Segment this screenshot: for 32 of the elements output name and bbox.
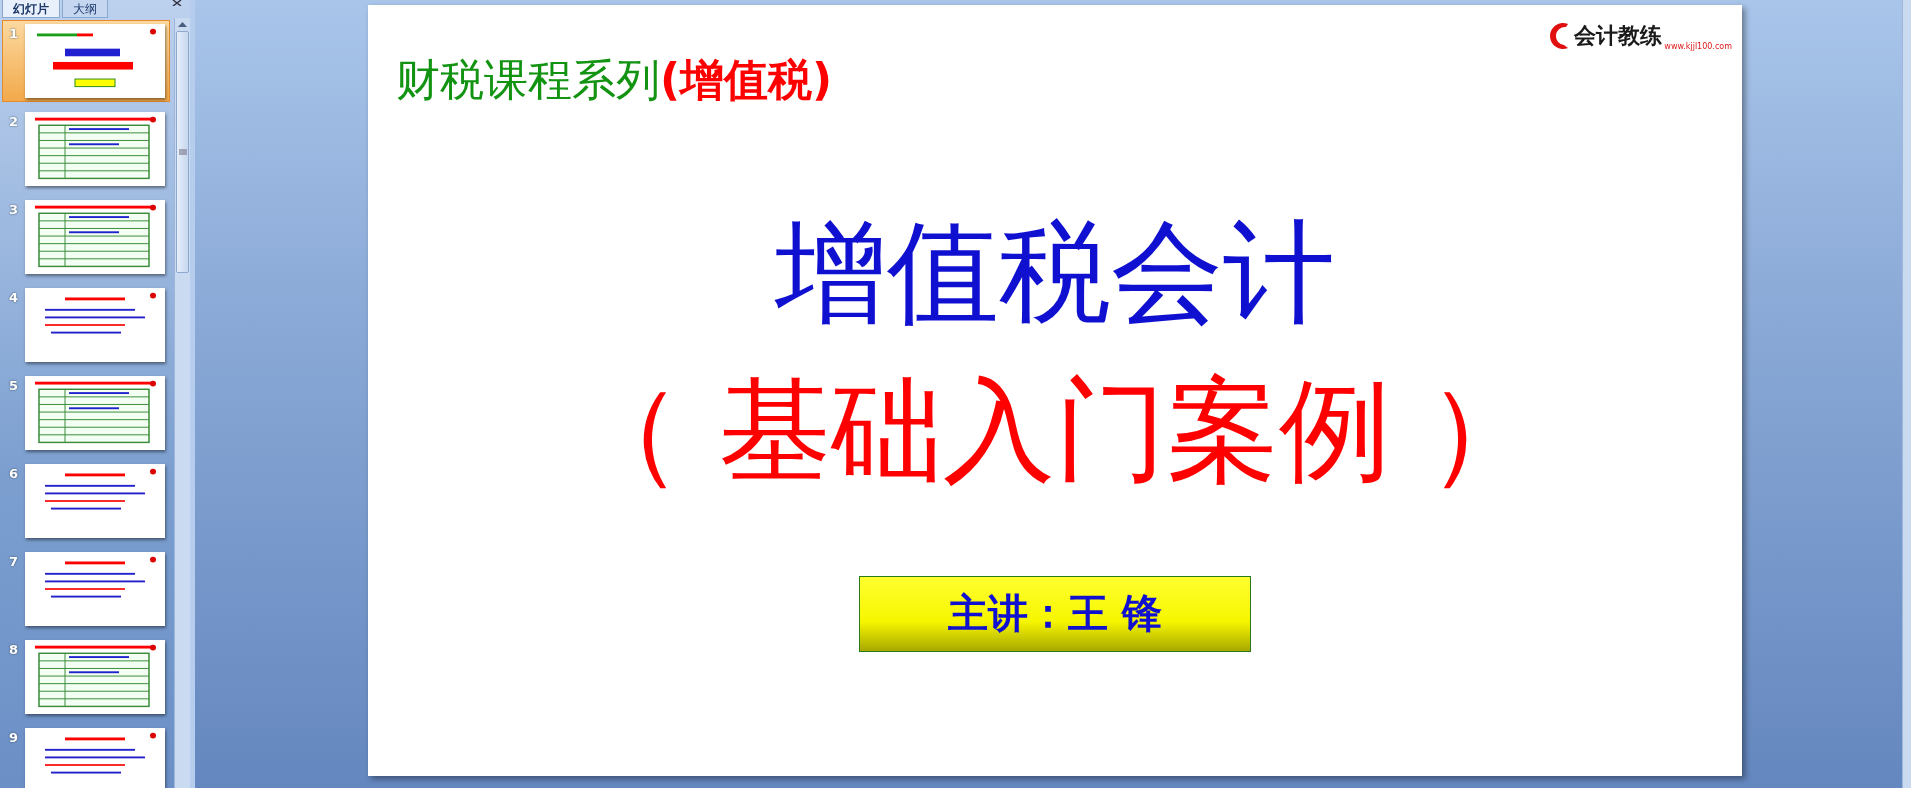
scroll-up-icon[interactable] [178,22,187,27]
slide-number: 9 [9,730,19,745]
slide-thumbnail-item[interactable]: 9 [2,724,170,788]
slide-number: 6 [9,466,19,481]
logo-url: www.kjjl100.com [1664,42,1732,51]
series-title: 财税课程系列 [396,53,660,107]
logo-text: 会计教练 [1574,21,1663,50]
slide-thumbnail-item[interactable]: 1 [2,20,170,102]
panel-tab[interactable]: 大纲 [62,0,108,18]
slide-number: 3 [9,202,19,217]
series-topic: (增值税) [660,53,833,107]
slide-thumbnail-item[interactable]: 7 [2,548,170,630]
slide-number: 7 [9,554,19,569]
scrollbar[interactable] [1902,0,1911,788]
slide-number: 1 [9,26,19,41]
slide-number: 2 [9,114,19,129]
scrollbar-thumb[interactable] [176,31,189,273]
slide-thumbnail-item[interactable]: 5 [2,372,170,454]
slide-thumbnail-item[interactable]: 3 [2,196,170,278]
presenter-label: 主讲：王 锋 [859,575,1251,652]
slide-number: 5 [9,378,19,393]
close-icon[interactable] [172,0,182,6]
panel-tab[interactable]: 幻灯片 [2,0,60,18]
grip-icon [178,149,187,155]
slide-thumbnail-item[interactable]: 4 [2,284,170,366]
slide-subtitle: （ 基础入门案例 ） [571,364,1539,498]
slide-number: 8 [9,642,19,657]
slide-title: 增值税会计 [775,206,1335,339]
slide-thumbnail-item[interactable]: 2 [2,108,170,190]
slide-thumbnail-item[interactable]: 6 [2,460,170,542]
slide-number: 4 [9,290,19,305]
slide-thumbnail-item[interactable]: 8 [2,636,170,718]
